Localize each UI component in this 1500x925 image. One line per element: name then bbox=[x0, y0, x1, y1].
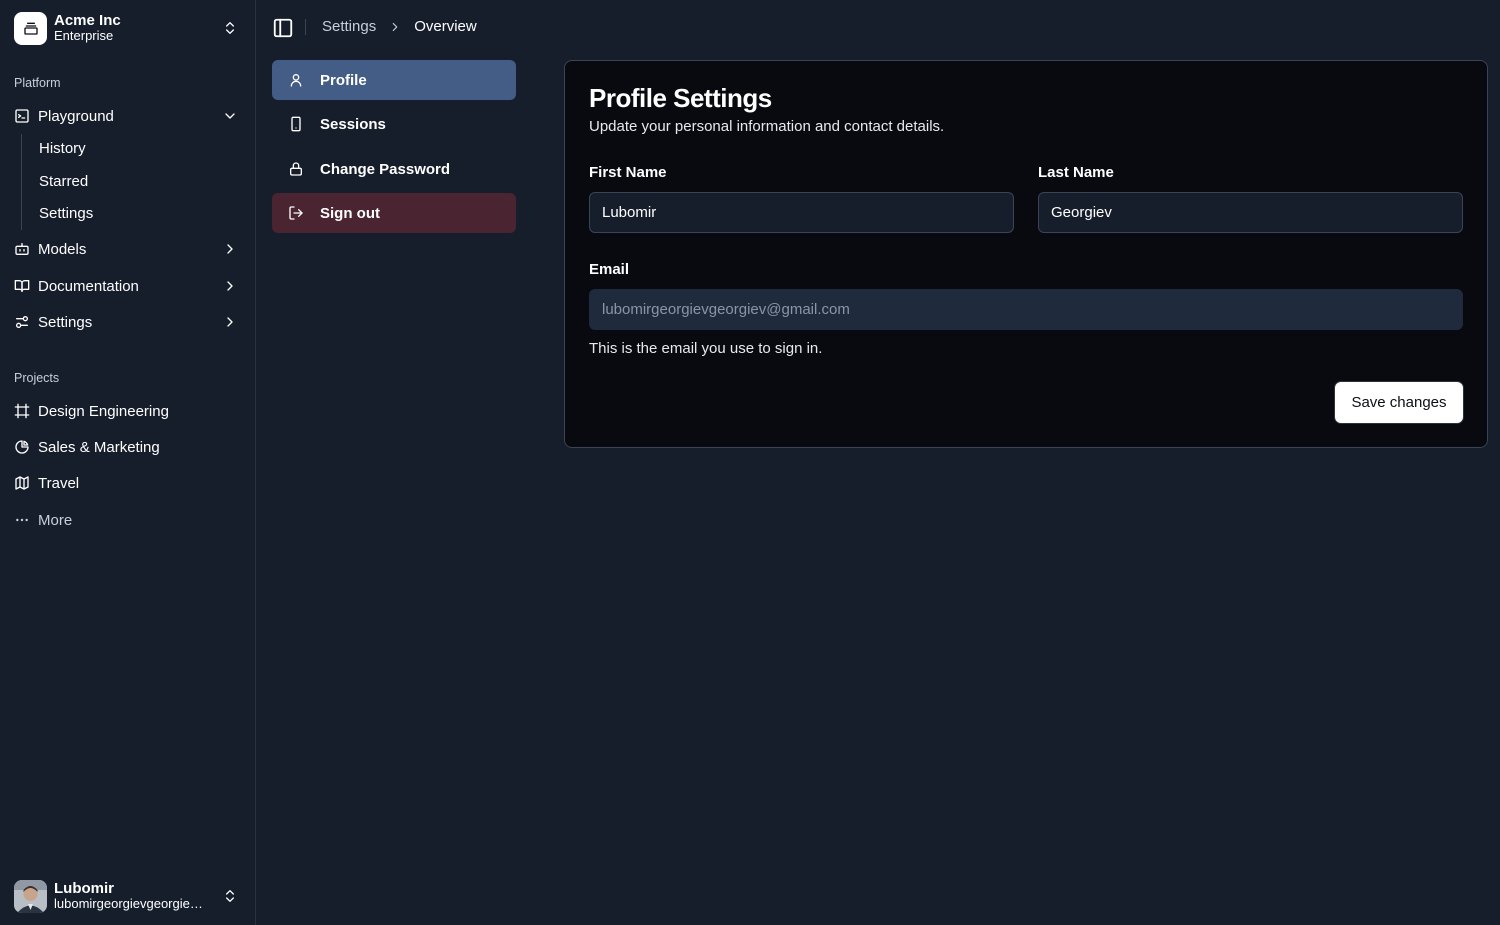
last-name-field[interactable] bbox=[1038, 192, 1463, 233]
team-switcher[interactable]: Acme Inc Enterprise bbox=[8, 6, 248, 50]
breadcrumb-current: Overview bbox=[414, 18, 477, 35]
settings-nav-label: Change Password bbox=[320, 160, 451, 178]
project-item-label: Travel bbox=[38, 474, 80, 492]
card-description: Update your personal information and con… bbox=[589, 118, 945, 135]
chevron-down-icon bbox=[225, 113, 235, 119]
sidebar-subitem-history[interactable]: History bbox=[31, 134, 231, 162]
chevrons-up-down-icon bbox=[226, 22, 234, 34]
settings-nav-label: Sign out bbox=[320, 204, 380, 222]
sidebar-subitem-settings[interactable]: Settings bbox=[31, 199, 231, 227]
breadcrumb-settings-link[interactable]: Settings bbox=[322, 18, 376, 35]
smartphone-icon bbox=[291, 116, 301, 132]
sidebar-item-label: Models bbox=[38, 240, 87, 258]
more-horizontal-icon bbox=[16, 518, 28, 522]
settings-nav-change-password[interactable]: Change Password bbox=[272, 149, 516, 189]
avatar bbox=[14, 879, 47, 913]
bot-icon bbox=[15, 243, 29, 255]
settings-nav-label: Profile bbox=[320, 71, 367, 89]
first-name-field[interactable] bbox=[589, 192, 1014, 233]
user-menu[interactable]: Lubomir lubomirgeorgievgeorgiev@gmail.co… bbox=[8, 873, 248, 919]
frame-icon bbox=[14, 403, 30, 419]
sidebar-subitem-starred[interactable]: Starred bbox=[31, 167, 231, 195]
user-icon bbox=[290, 74, 302, 87]
panel-left-icon bbox=[273, 18, 293, 38]
map-icon bbox=[15, 476, 29, 490]
lock-icon bbox=[290, 162, 302, 176]
book-open-icon bbox=[14, 280, 30, 292]
pie-chart-icon bbox=[15, 440, 29, 454]
project-item-label: Sales & Marketing bbox=[38, 438, 160, 456]
project-item-label: Design Engineering bbox=[38, 402, 169, 420]
project-item-label: More bbox=[38, 511, 73, 529]
last-name-label: Last Name bbox=[1038, 164, 1114, 181]
header-separator bbox=[305, 19, 306, 35]
chevrons-up-down-icon bbox=[226, 890, 234, 902]
projects-group-label: Projects bbox=[14, 371, 60, 385]
sidebar-item-models[interactable]: Models bbox=[8, 233, 248, 265]
settings-sliders-icon bbox=[15, 316, 28, 328]
sidebar-item-documentation[interactable]: Documentation bbox=[8, 270, 248, 302]
project-item-travel[interactable]: Travel bbox=[8, 467, 248, 499]
team-plan: Enterprise bbox=[54, 28, 114, 44]
card-title: Profile Settings bbox=[589, 83, 772, 113]
sidebar-item-playground[interactable]: Playground bbox=[8, 100, 248, 132]
user-email: lubomirgeorgievgeorgiev@gmail.com bbox=[54, 897, 208, 912]
platform-group-label: Platform bbox=[14, 76, 61, 90]
sidebar: Acme Inc Enterprise Platform Playground … bbox=[0, 0, 256, 925]
project-item-more[interactable]: More bbox=[8, 504, 248, 536]
sidebar-toggle-button[interactable] bbox=[271, 16, 295, 40]
sidebar-item-label: Playground bbox=[38, 107, 114, 125]
user-name: Lubomir bbox=[54, 879, 114, 897]
terminal-square-icon bbox=[15, 109, 29, 123]
sidebar-item-label: Documentation bbox=[38, 277, 139, 295]
email-label: Email bbox=[589, 261, 630, 278]
header: Settings Overview bbox=[257, 0, 1500, 55]
project-item-design-engineering[interactable]: Design Engineering bbox=[8, 395, 248, 427]
chevron-right-icon bbox=[227, 244, 233, 254]
breadcrumb: Settings Overview bbox=[322, 18, 477, 35]
team-name: Acme Inc bbox=[54, 11, 121, 29]
team-logo bbox=[14, 11, 47, 45]
sidebar-item-label: Settings bbox=[38, 313, 93, 331]
email-hint: This is the email you use to sign in. bbox=[589, 340, 823, 357]
submenu-rail bbox=[21, 134, 22, 230]
chevron-right-icon bbox=[227, 317, 233, 327]
settings-nav-label: Sessions bbox=[320, 115, 386, 133]
settings-nav-sessions[interactable]: Sessions bbox=[272, 104, 516, 144]
profile-settings-card: Profile Settings Update your personal in… bbox=[564, 60, 1488, 448]
chevron-right-icon bbox=[392, 22, 398, 31]
email-field[interactable] bbox=[589, 289, 1463, 330]
sidebar-item-settings[interactable]: Settings bbox=[8, 306, 248, 338]
first-name-label: First Name bbox=[589, 164, 667, 181]
chevron-right-icon bbox=[227, 281, 233, 291]
project-item-sales-marketing[interactable]: Sales & Marketing bbox=[8, 431, 248, 463]
settings-nav-sign-out[interactable]: Sign out bbox=[272, 193, 516, 233]
log-out-icon bbox=[289, 206, 303, 220]
save-changes-button[interactable]: Save changes bbox=[1335, 382, 1463, 423]
settings-nav-profile[interactable]: Profile bbox=[272, 60, 516, 100]
